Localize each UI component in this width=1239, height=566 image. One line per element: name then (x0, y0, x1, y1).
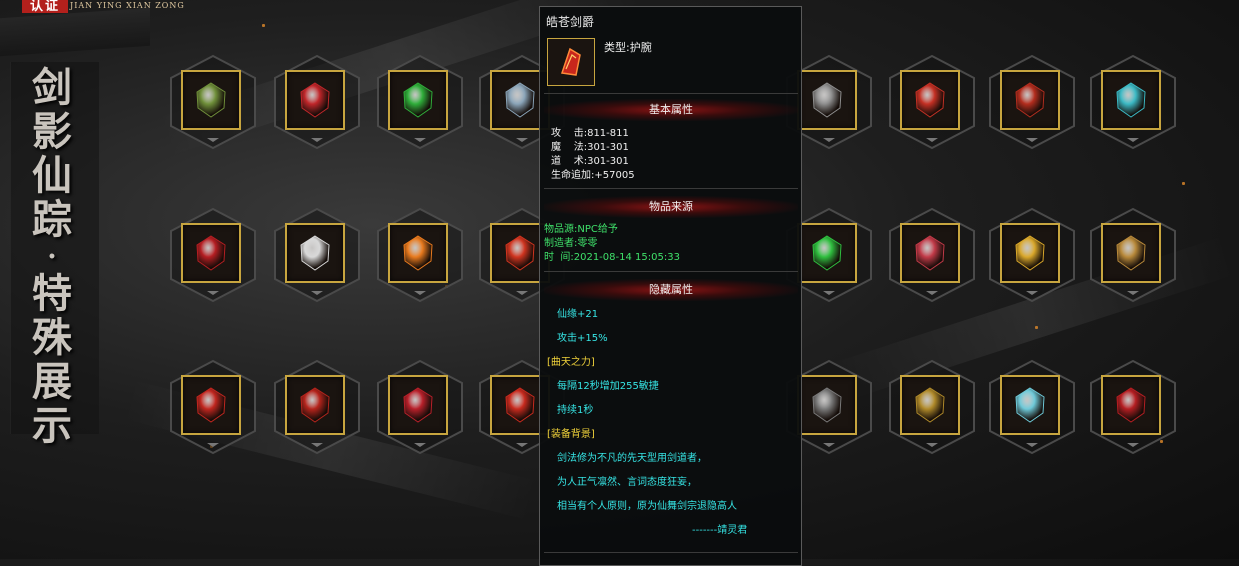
gold-emblem-icon (1010, 233, 1050, 273)
side-title-char: 仙 (32, 152, 72, 199)
crimson-claw-icon (398, 385, 438, 425)
basic-attr-line: 魔 法:301-301 (551, 142, 629, 153)
side-title-char: 展 (32, 358, 72, 405)
item-slot[interactable] (989, 207, 1075, 303)
red-orb-icon (910, 80, 950, 120)
side-title-dot: • (47, 249, 57, 265)
hidden-attr-line: 攻击+15% (557, 333, 608, 344)
side-title-char: 影 (32, 108, 72, 155)
verified-badge: 认证 (22, 0, 69, 13)
hidden-attr-line: 为人正气凛然、言词态度狂妄， (557, 477, 697, 488)
divider (544, 188, 798, 189)
hidden-attr-line: 剑法修为不凡的先天型用剑道者， (557, 453, 707, 464)
hidden-attr-line: 相当有个人原则，原为仙舞剑宗退隐高人 (557, 501, 737, 512)
item-slot[interactable] (170, 54, 256, 150)
grey-orb-icon (807, 80, 847, 120)
ember (1035, 326, 1038, 329)
red-mask-icon (1111, 385, 1151, 425)
section-hidden-attributes: 隐藏属性 (544, 279, 798, 301)
source-line: 时 间:2021-08-14 15:05:33 (544, 252, 680, 263)
side-title: 剑 影 仙 踪 • 特 殊 展 示 (22, 66, 82, 448)
section-item-source: 物品来源 (544, 196, 798, 218)
item-slot[interactable] (1090, 207, 1176, 303)
item-slot[interactable] (989, 54, 1075, 150)
red-bracer-icon (561, 47, 581, 76)
dragon-medal-icon (1111, 233, 1151, 273)
item-slot[interactable] (889, 207, 975, 303)
item-slot[interactable] (989, 359, 1075, 455)
green-armor-icon (398, 80, 438, 120)
jade-ring-icon (191, 80, 231, 120)
gold-gauntlet-icon (910, 385, 950, 425)
source-line: 物品源:NPC给予 (544, 224, 618, 235)
item-slot[interactable] (170, 207, 256, 303)
red-wings-icon (500, 385, 540, 425)
red-gem-plate-icon (1010, 80, 1050, 120)
hidden-attr-line: 持续1秒 (557, 405, 594, 416)
hidden-attr-line: 仙缘+21 (557, 309, 599, 320)
header-subtitle: JIAN YING XIAN ZONG (70, 1, 185, 10)
item-slot[interactable] (786, 207, 872, 303)
item-slot[interactable] (274, 359, 360, 455)
source-line: 制造者:零零 (544, 238, 598, 249)
item-slot[interactable] (889, 359, 975, 455)
hidden-attr-line: [曲天之力] (547, 357, 595, 368)
flame-blade-icon (398, 233, 438, 273)
red-helmet-icon (191, 233, 231, 273)
hidden-attr-line: -------靖灵君 (692, 525, 748, 536)
divider (544, 552, 798, 553)
item-slot[interactable] (377, 207, 463, 303)
item-name: 皓苍剑爵 (546, 15, 595, 29)
hidden-attr-line: 每隔12秒增加255敏捷 (557, 381, 659, 392)
side-title-char: 踪 (32, 196, 72, 243)
side-title-char: 剑 (32, 64, 72, 111)
jeweled-staff-icon (1010, 385, 1050, 425)
divider (544, 93, 798, 94)
side-title-char: 殊 (32, 314, 72, 361)
side-title-char: 示 (32, 402, 72, 449)
item-type: 类型:护腕 (604, 41, 652, 54)
item-slot[interactable] (274, 207, 360, 303)
basic-attr-line: 攻 击:811-811 (551, 128, 629, 139)
section-basic-attributes: 基本属性 (544, 99, 798, 121)
item-tooltip: 皓苍剑爵 类型:护腕 基本属性 攻 击:811-811 魔 法:301-301 … (539, 6, 802, 566)
dark-gauntlet-icon (807, 385, 847, 425)
red-wing-emblem-icon (910, 233, 950, 273)
green-claw-icon (807, 233, 847, 273)
basic-attr-line: 道 术:301-301 (551, 156, 629, 167)
cyan-gem-plate-icon (1111, 80, 1151, 120)
basic-attr-line: 生命追加:+57005 (551, 170, 635, 181)
red-bracelet-icon (191, 385, 231, 425)
item-slot[interactable] (1090, 54, 1176, 150)
item-slot[interactable] (377, 359, 463, 455)
red-crystal-icon (295, 80, 335, 120)
white-claw-icon (295, 233, 335, 273)
silver-orb-icon (500, 80, 540, 120)
hidden-attr-line: [装备背景] (547, 429, 595, 440)
ember (1182, 182, 1185, 185)
tooltip-item-icon (547, 38, 595, 86)
red-bracer-icon (500, 233, 540, 273)
divider (544, 271, 798, 272)
fire-ring-icon (295, 385, 335, 425)
item-slot[interactable] (274, 54, 360, 150)
side-title-char: 特 (32, 270, 72, 317)
item-slot[interactable] (889, 54, 975, 150)
header-bar (0, 7, 150, 57)
item-slot[interactable] (786, 54, 872, 150)
item-slot[interactable] (377, 54, 463, 150)
item-slot[interactable] (1090, 359, 1176, 455)
ember (262, 24, 265, 27)
item-slot[interactable] (786, 359, 872, 455)
item-slot[interactable] (170, 359, 256, 455)
